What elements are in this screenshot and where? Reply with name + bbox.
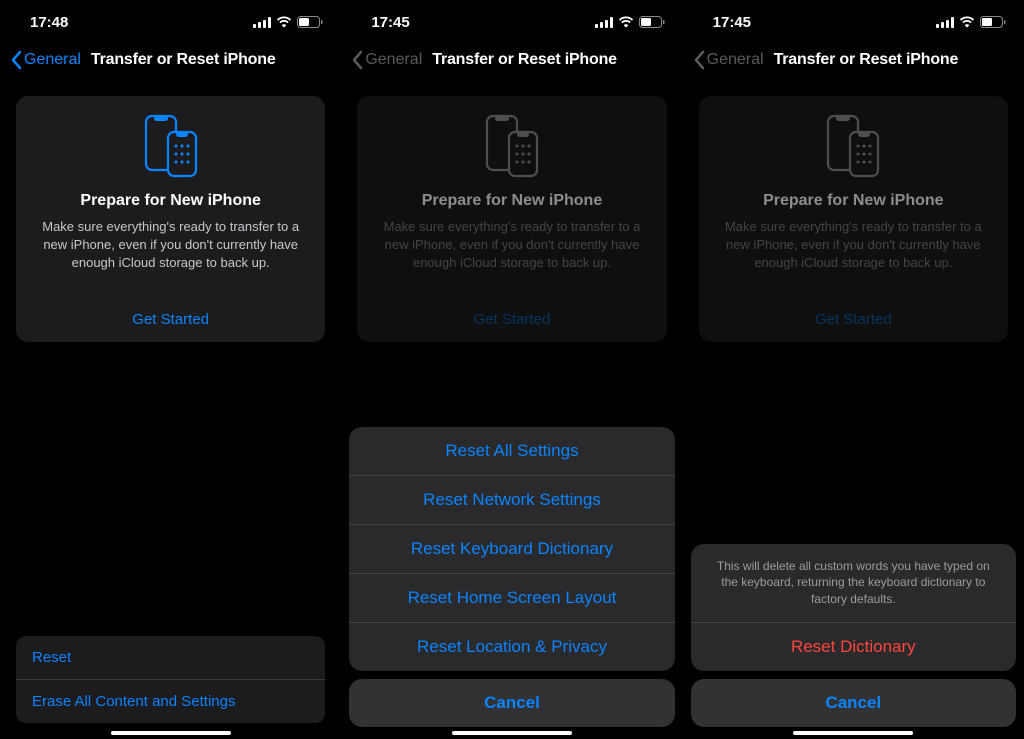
screen-1: 17:48 General Transfer or Reset iPhone P… (0, 0, 341, 739)
home-indicator[interactable] (111, 731, 231, 735)
cancel-button[interactable]: Cancel (349, 679, 674, 727)
battery-icon (980, 16, 1006, 28)
screen-2: 17:45 General Transfer or Reset iPhone P… (341, 0, 682, 739)
reset-dictionary-button[interactable]: Reset Dictionary (691, 622, 1016, 671)
card-body: Make sure everything's ready to transfer… (375, 218, 648, 273)
page-title: Transfer or Reset iPhone (432, 51, 617, 69)
wifi-icon (959, 16, 975, 28)
confirm-message: This will delete all custom words you ha… (691, 544, 1016, 622)
get-started-button: Get Started (717, 303, 990, 328)
home-indicator[interactable] (452, 731, 572, 735)
cellular-icon (253, 17, 271, 28)
sheet-options: Reset All Settings Reset Network Setting… (349, 427, 674, 671)
page-title: Transfer or Reset iPhone (774, 51, 959, 69)
page-title: Transfer or Reset iPhone (91, 51, 276, 69)
back-button: General (351, 50, 422, 70)
prepare-card: Prepare for New iPhone Make sure everyth… (699, 96, 1008, 342)
get-started-button[interactable]: Get Started (34, 303, 307, 328)
chevron-left-icon (693, 50, 705, 70)
reset-location-privacy-button[interactable]: Reset Location & Privacy (349, 622, 674, 671)
transfer-icon (34, 114, 307, 178)
cellular-icon (936, 17, 954, 28)
status-bar: 17:45 (683, 0, 1024, 44)
status-bar: 17:48 (0, 0, 341, 44)
reset-action-sheet: Reset All Settings Reset Network Setting… (349, 427, 674, 727)
chevron-left-icon (10, 50, 22, 70)
card-heading: Prepare for New iPhone (34, 192, 307, 210)
battery-icon (297, 16, 323, 28)
prepare-card: Prepare for New iPhone Make sure everyth… (16, 96, 325, 342)
transfer-icon (375, 114, 648, 178)
confirm-reset-dictionary-sheet: This will delete all custom words you ha… (691, 544, 1016, 727)
back-label: General (24, 51, 81, 69)
cancel-button[interactable]: Cancel (691, 679, 1016, 727)
card-heading: Prepare for New iPhone (717, 192, 990, 210)
back-button: General (693, 50, 764, 70)
screen-3: 17:45 General Transfer or Reset iPhone P… (683, 0, 1024, 739)
back-label: General (707, 51, 764, 69)
wifi-icon (618, 16, 634, 28)
erase-row[interactable]: Erase All Content and Settings (16, 679, 325, 723)
home-indicator[interactable] (793, 731, 913, 735)
status-icons (936, 16, 1006, 28)
reset-network-settings-button[interactable]: Reset Network Settings (349, 475, 674, 524)
get-started-button: Get Started (375, 303, 648, 328)
back-label: General (365, 51, 422, 69)
card-heading: Prepare for New iPhone (375, 192, 648, 210)
back-button[interactable]: General (10, 50, 81, 70)
status-time: 17:48 (30, 14, 68, 31)
wifi-icon (276, 16, 292, 28)
bottom-options-list: Reset Erase All Content and Settings (16, 636, 325, 723)
nav-bar: General Transfer or Reset iPhone (341, 44, 682, 76)
status-time: 17:45 (371, 14, 409, 31)
cellular-icon (595, 17, 613, 28)
status-icons (253, 16, 323, 28)
reset-all-settings-button[interactable]: Reset All Settings (349, 427, 674, 475)
nav-bar: General Transfer or Reset iPhone (0, 44, 341, 76)
status-icons (595, 16, 665, 28)
card-body: Make sure everything's ready to transfer… (717, 218, 990, 273)
status-bar: 17:45 (341, 0, 682, 44)
chevron-left-icon (351, 50, 363, 70)
reset-home-screen-layout-button[interactable]: Reset Home Screen Layout (349, 573, 674, 622)
reset-row[interactable]: Reset (16, 636, 325, 679)
card-body: Make sure everything's ready to transfer… (34, 218, 307, 273)
transfer-icon (717, 114, 990, 178)
battery-icon (639, 16, 665, 28)
reset-keyboard-dictionary-button[interactable]: Reset Keyboard Dictionary (349, 524, 674, 573)
prepare-card: Prepare for New iPhone Make sure everyth… (357, 96, 666, 342)
status-time: 17:45 (713, 14, 751, 31)
nav-bar: General Transfer or Reset iPhone (683, 44, 1024, 76)
